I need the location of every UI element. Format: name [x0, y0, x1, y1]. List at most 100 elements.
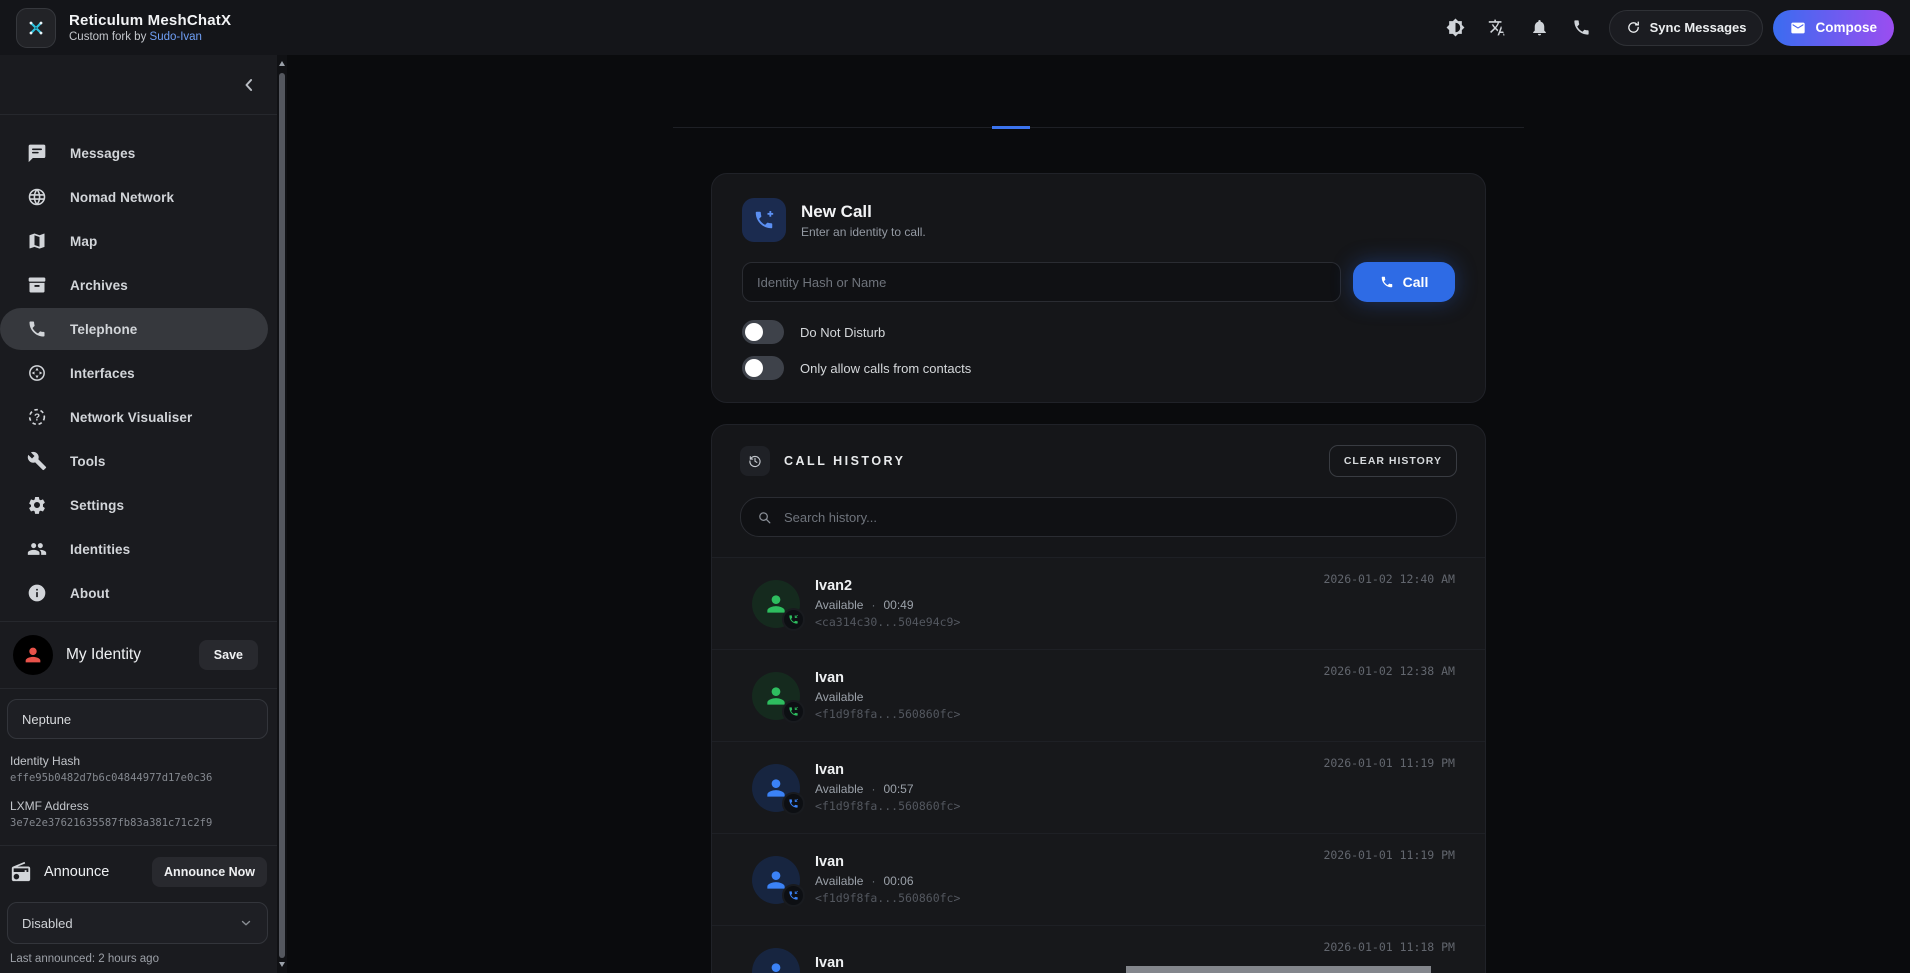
tab-phonebook[interactable] [1036, 113, 1074, 129]
contact-status: Available [815, 598, 863, 612]
search-icon [757, 510, 772, 525]
sidebar-scrollbar-thumb[interactable] [279, 73, 285, 958]
top-bar: Reticulum MeshChatX Custom fork by Sudo-… [0, 0, 1910, 55]
contact-hash: <f1d9f8fa...560860fc> [815, 891, 1455, 905]
subtitle-text: Custom fork by [69, 31, 150, 43]
sidebar-item-tools[interactable]: Tools [0, 440, 268, 482]
my-identity-header: My Identity Save [0, 622, 277, 688]
tab-contacts[interactable] [1124, 113, 1162, 129]
sync-messages-button[interactable]: Sync Messages [1609, 10, 1764, 46]
toggle-row-do-not-disturb: Do Not Disturb [742, 320, 1455, 344]
identity-name-input[interactable] [7, 699, 268, 739]
clear-history-button[interactable]: CLEAR HISTORY [1329, 445, 1457, 477]
toggle-only-allow-calls-from-contacts[interactable] [742, 356, 784, 380]
sidebar-item-telephone[interactable]: Telephone [0, 308, 268, 350]
archive-icon [27, 275, 47, 295]
app-subtitle: Custom fork by Sudo-Ivan [69, 31, 231, 43]
sidebar-item-label: Tools [70, 454, 106, 469]
sidebar-nav: Messages Nomad Network Map Archives Tele… [0, 115, 277, 621]
separator-dot: · [871, 782, 875, 796]
sidebar-item-network-visualiser[interactable]: ? Network Visualiser [0, 396, 268, 438]
app-logo[interactable] [16, 8, 56, 48]
phone-icon [1380, 275, 1394, 289]
sidebar-collapse-row [0, 55, 277, 115]
lxmf-address-label: LXMF Address [10, 799, 267, 813]
theme-icon [1446, 18, 1465, 37]
history-search-input[interactable] [782, 509, 1440, 526]
contact-avatar [752, 948, 800, 973]
settings-icon [27, 495, 47, 515]
toggle-knob [745, 359, 763, 377]
contact-hash: <ca314c30...504e94c9> [815, 615, 1455, 629]
call-history-list: Ivan2 Available · 00:49 <ca314c30...504e… [712, 557, 1485, 973]
call-timestamp: 2026-01-02 12:38 AM [1323, 664, 1455, 678]
new-call-subtitle: Enter an identity to call. [801, 225, 926, 239]
identity-hash-or-name-input[interactable] [742, 262, 1341, 302]
call-duration: 00:49 [883, 598, 913, 612]
new-call-header: New Call Enter an identity to call. [742, 198, 1455, 242]
theme-button[interactable] [1439, 11, 1473, 45]
divider [0, 688, 277, 689]
call-history-row[interactable]: Ivan Available · 00:06 <f1d9f8fa...56086… [712, 833, 1485, 925]
new-call-titles: New Call Enter an identity to call. [801, 202, 926, 239]
call-status-line: Available · 00:06 [815, 874, 1455, 888]
sidebar-scrollbar[interactable] [277, 55, 287, 973]
call-direction-badge [782, 792, 805, 815]
call-history-header: CALL HISTORY CLEAR HISTORY [712, 425, 1485, 493]
sidebar-item-nomad-network[interactable]: Nomad Network [0, 176, 268, 218]
sidebar-item-identities[interactable]: Identities [0, 528, 268, 570]
app-title: Reticulum MeshChatX [69, 12, 231, 29]
contact-avatar [752, 856, 800, 904]
sidebar-item-label: Telephone [70, 322, 137, 337]
call-history-row[interactable]: Ivan Available · <f1d9f8fa...560860fc> 2… [712, 649, 1485, 741]
call-history-row[interactable]: Ivan2 Available · 00:49 <ca314c30...504e… [712, 557, 1485, 649]
announce-now-button[interactable]: Announce Now [152, 857, 267, 887]
subtitle-author-link[interactable]: Sudo-Ivan [150, 31, 202, 43]
compose-button[interactable]: Compose [1773, 10, 1894, 46]
contact-hash: <f1d9f8fa...560860fc> [815, 707, 1455, 721]
sidebar-item-archives[interactable]: Archives [0, 264, 268, 306]
announce-interval-value: Disabled [22, 916, 73, 931]
app-titles: Reticulum MeshChatX Custom fork by Sudo-… [69, 12, 231, 43]
phone-plus-icon [753, 209, 775, 231]
call-history-row[interactable]: Ivan Available · 00:57 <f1d9f8fa...56086… [712, 741, 1485, 833]
tab-voicemail[interactable] [1080, 113, 1118, 129]
call-timestamp: 2026-01-01 11:19 PM [1323, 848, 1455, 862]
call-button-label: Call [1403, 274, 1429, 290]
phone-incoming-icon [788, 706, 799, 717]
notifications-icon [1530, 18, 1549, 37]
my-identity-title: My Identity [66, 646, 141, 664]
translate-button[interactable] [1481, 11, 1515, 45]
new-call-input-row: Call [742, 262, 1455, 302]
chevron-left-icon [239, 75, 259, 95]
phone-incoming-icon [788, 798, 799, 809]
sidebar-item-messages[interactable]: Messages [0, 132, 268, 174]
save-button[interactable]: Save [199, 640, 258, 670]
tab-ringtone[interactable] [1168, 113, 1206, 129]
announce-interval-select[interactable]: Disabled [7, 902, 268, 944]
call-button[interactable]: Call [1353, 262, 1455, 302]
phone-button[interactable] [1565, 11, 1599, 45]
tabs-bar [287, 55, 1910, 128]
sidebar-item-settings[interactable]: Settings [0, 484, 268, 526]
call-status-line: Available · 00:57 [815, 782, 1455, 796]
toggle-do-not-disturb[interactable] [742, 320, 784, 344]
sidebar-collapse-button[interactable] [239, 75, 259, 95]
notifications-button[interactable] [1523, 11, 1557, 45]
sidebar-item-interfaces[interactable]: Interfaces [0, 352, 268, 394]
tab-phone[interactable] [992, 113, 1030, 129]
call-status-line: Available · 00:49 [815, 598, 1455, 612]
announce-title: Announce [44, 864, 109, 880]
sidebar-item-label: Identities [70, 542, 130, 557]
interfaces-icon [27, 363, 47, 383]
compose-label: Compose [1815, 20, 1877, 35]
history-icon-box [740, 446, 770, 476]
scroll-up-arrow-icon[interactable] [279, 61, 285, 66]
sidebar-item-about[interactable]: About [0, 572, 268, 614]
horizontal-scrollbar-thumb[interactable] [1126, 966, 1431, 973]
toggle-row-only-allow-calls-from-contacts: Only allow calls from contacts [742, 356, 1455, 380]
sidebar-item-map[interactable]: Map [0, 220, 268, 262]
history-icon [747, 453, 763, 469]
scroll-down-arrow-icon[interactable] [279, 962, 285, 967]
chat-icon [27, 143, 47, 163]
